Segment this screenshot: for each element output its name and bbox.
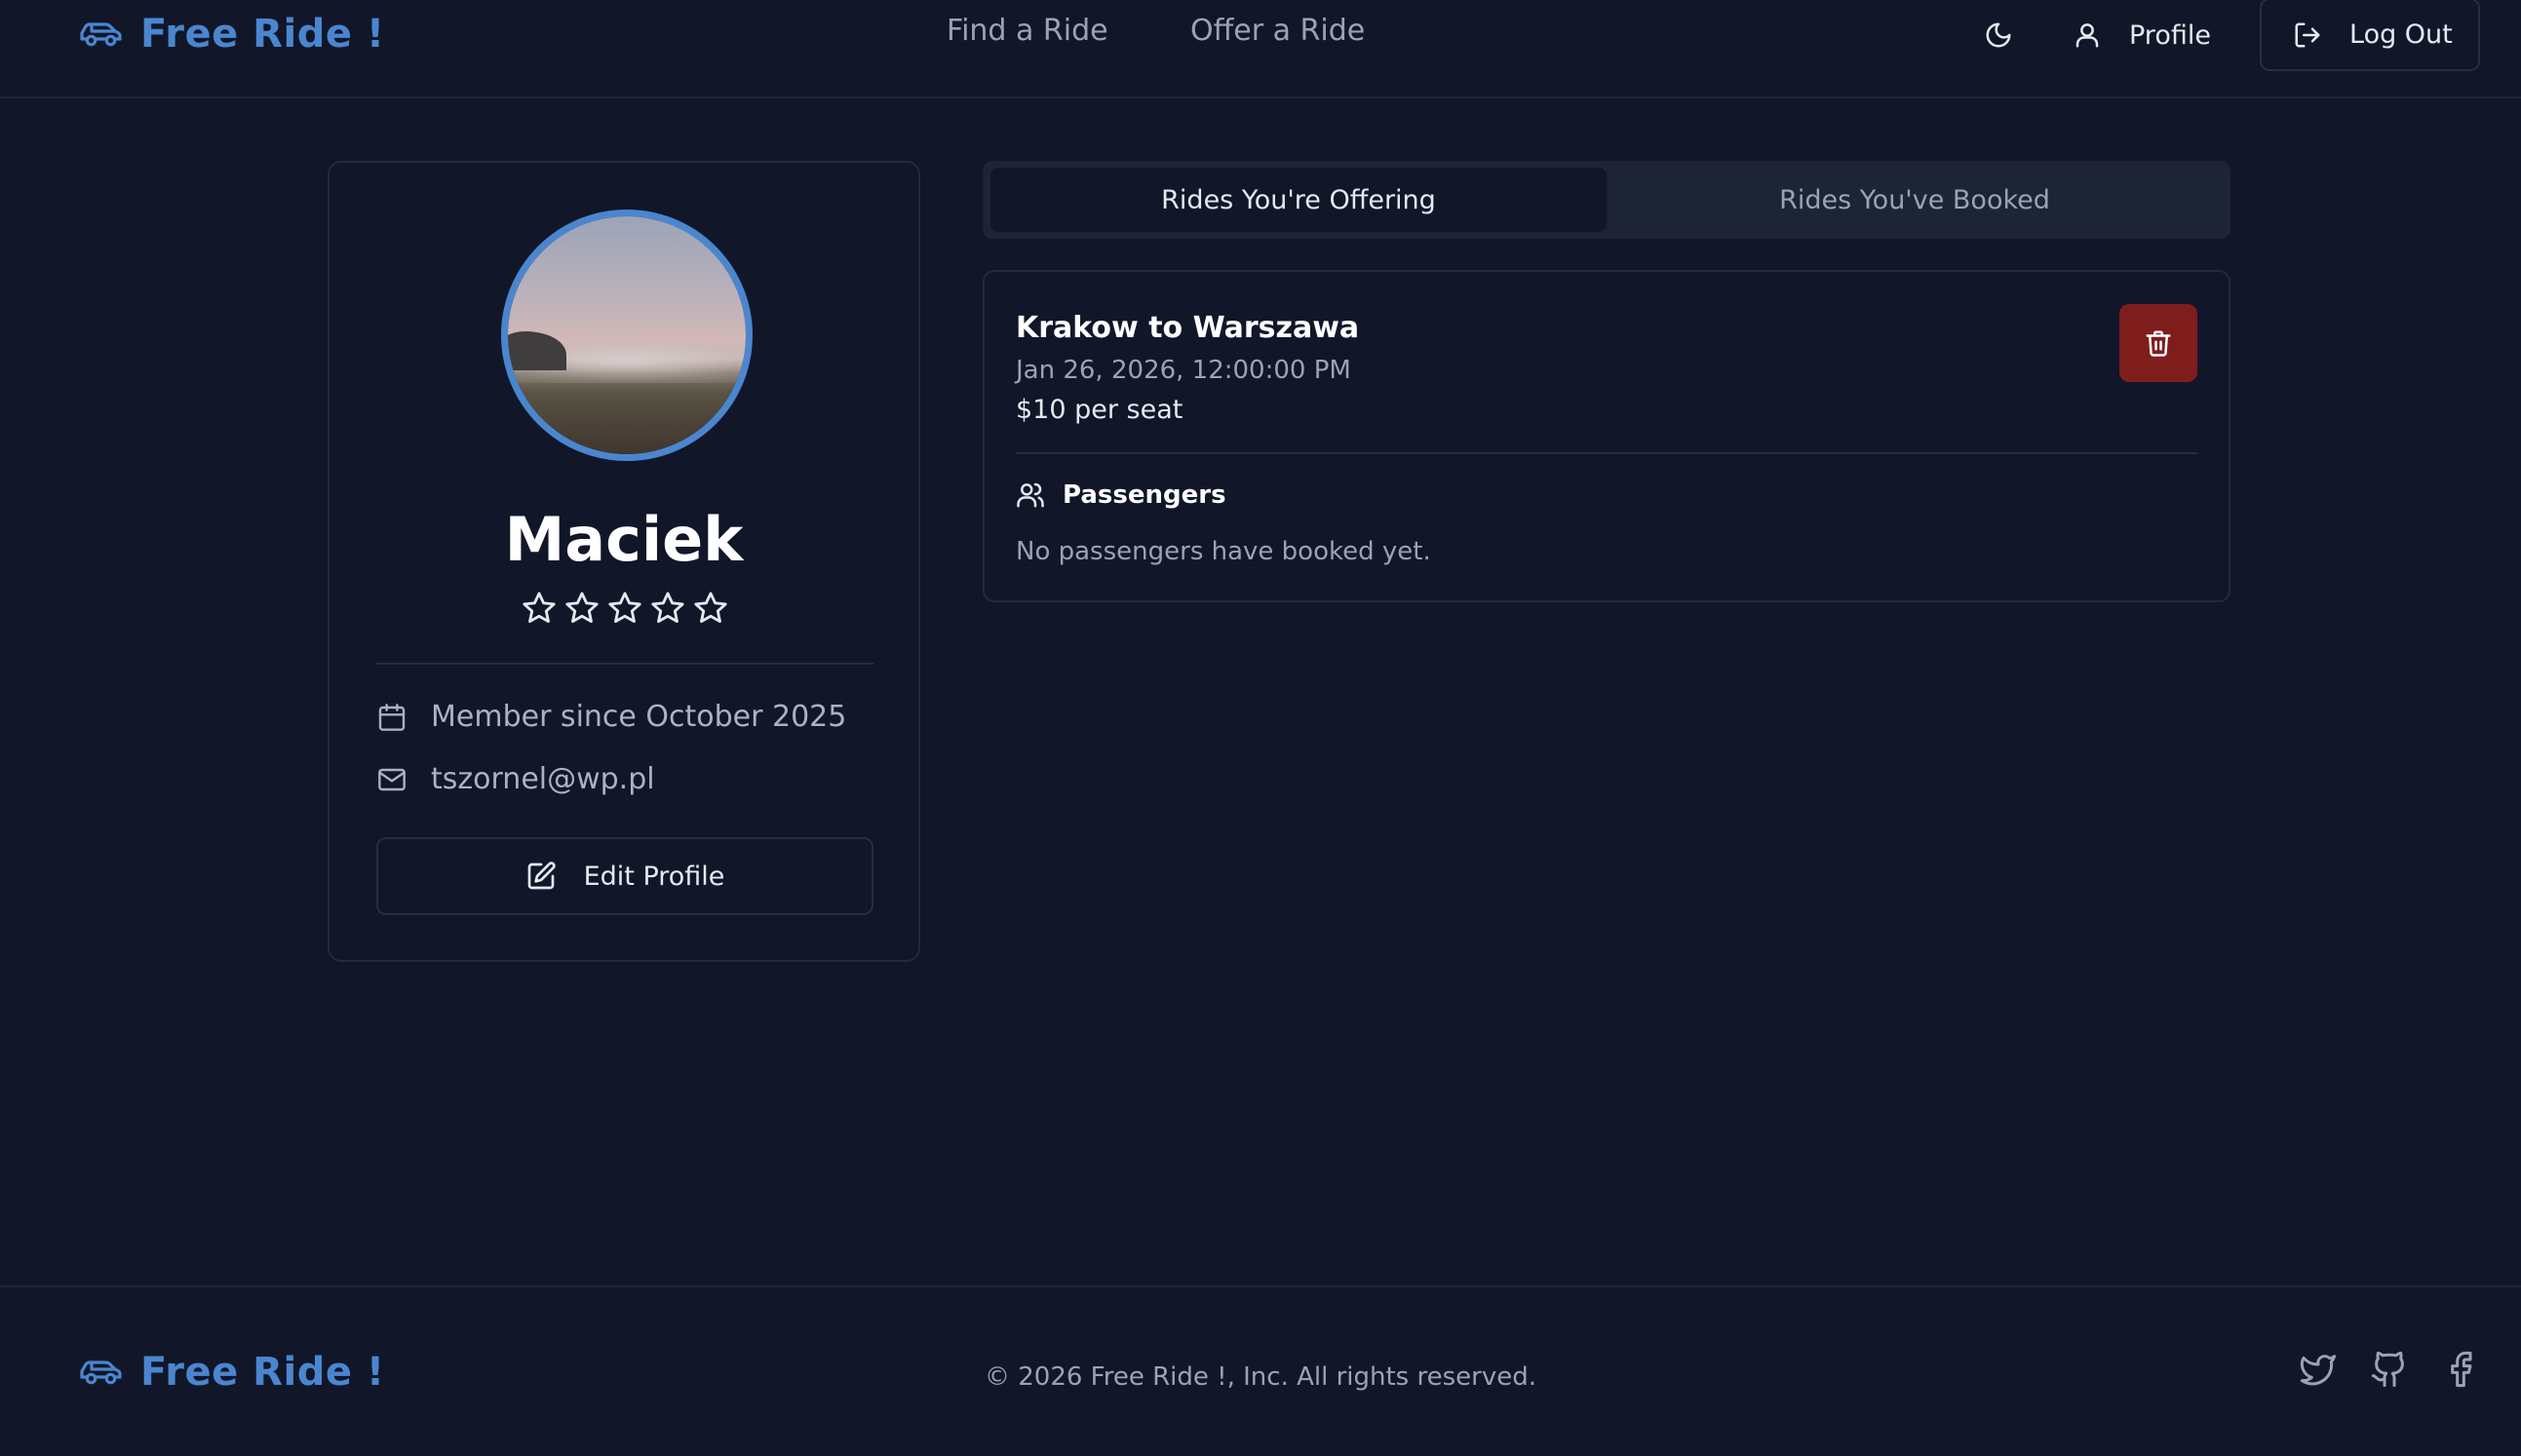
profile-card: Maciek Member since October 2025 tszorne… — [328, 161, 920, 962]
passengers-empty-text: No passengers have booked yet. — [1016, 537, 1431, 566]
calendar-icon — [376, 702, 407, 733]
logout-icon — [2293, 20, 2322, 50]
tab-rides-offering[interactable]: Rides You're Offering — [990, 168, 1607, 232]
star-icon — [563, 590, 601, 627]
top-navbar: Free Ride ! Find a Ride Offer a Ride Pro… — [0, 0, 2521, 98]
ride-datetime: Jan 26, 2026, 12:00:00 PM — [1016, 356, 1351, 385]
moon-icon — [1984, 20, 2013, 50]
member-since-row: Member since October 2025 — [376, 700, 846, 734]
star-icon — [521, 590, 558, 627]
delete-ride-button[interactable] — [2119, 304, 2197, 382]
avatar — [501, 210, 753, 461]
copyright-text: © 2026 Free Ride !, Inc. All rights rese… — [984, 1362, 1536, 1392]
member-since: Member since October 2025 — [431, 700, 847, 734]
logout-button[interactable]: Log Out — [2260, 0, 2480, 71]
car-icon — [78, 19, 123, 49]
star-icon — [692, 590, 729, 627]
ride-card: Krakow to Warszawa Jan 26, 2026, 12:00:0… — [983, 270, 2230, 602]
user-name: Maciek — [504, 504, 744, 575]
twitter-icon[interactable] — [2299, 1350, 2338, 1389]
edit-icon — [525, 861, 557, 892]
user-icon — [2073, 20, 2102, 50]
rides-tabs: Rides You're Offering Rides You've Booke… — [983, 161, 2230, 239]
passengers-heading: Passengers — [1016, 480, 1226, 510]
divider — [1016, 452, 2197, 454]
github-icon[interactable] — [2370, 1350, 2409, 1389]
brand-name: Free Ride ! — [140, 12, 385, 57]
email-row: tszornel@wp.pl — [376, 762, 655, 796]
mail-icon — [376, 764, 407, 795]
profile-link[interactable]: Profile — [2073, 0, 2211, 70]
footer: Free Ride ! © 2026 Free Ride !, Inc. All… — [0, 1285, 2521, 1456]
rating-stars — [521, 590, 729, 627]
theme-toggle-button[interactable] — [1971, 0, 2026, 70]
tab-rides-booked[interactable]: Rides You've Booked — [1607, 168, 2223, 232]
facebook-icon[interactable] — [2441, 1350, 2480, 1389]
divider — [376, 663, 873, 665]
ride-price: $10 per seat — [1016, 395, 1183, 425]
users-icon — [1016, 480, 1045, 510]
user-email: tszornel@wp.pl — [431, 762, 655, 796]
logout-label: Log Out — [2349, 19, 2453, 50]
ride-route: Krakow to Warszawa — [1016, 311, 1360, 345]
nav-offer-ride[interactable]: Offer a Ride — [1190, 14, 1365, 48]
profile-label: Profile — [2129, 19, 2211, 51]
star-icon — [649, 590, 686, 627]
nav-find-ride[interactable]: Find a Ride — [947, 14, 1108, 48]
passengers-label: Passengers — [1063, 480, 1226, 510]
trash-icon — [2144, 328, 2173, 358]
star-icon — [606, 590, 643, 627]
edit-profile-label: Edit Profile — [583, 861, 725, 892]
brand-logo[interactable]: Free Ride ! — [78, 0, 385, 68]
edit-profile-button[interactable]: Edit Profile — [376, 837, 873, 915]
